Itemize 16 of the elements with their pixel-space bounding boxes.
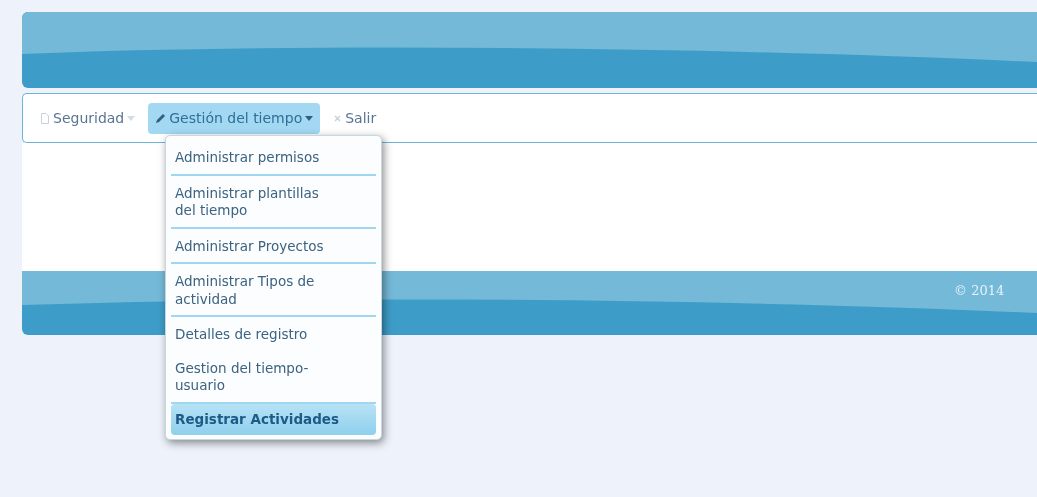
dropdown-item[interactable]: Administrar plantillas del tiempo [171, 175, 376, 227]
dropdown-item[interactable]: Gestion del tiempo-usuario [171, 350, 376, 402]
copyright-text: © 2014 [954, 282, 1005, 300]
pencil-icon [155, 112, 167, 124]
document-icon [40, 112, 50, 124]
nav-menu-item[interactable]: Gestión del tiempo [148, 102, 321, 134]
caret-icon [127, 115, 136, 121]
nav-menu-item[interactable]: Seguridad [33, 102, 143, 134]
close-icon [333, 113, 343, 123]
dropdown-item[interactable]: Registrar Actividades [171, 403, 376, 436]
nav-menu-item[interactable]: Salir [326, 102, 384, 134]
dropdown-item[interactable]: Administrar Tipos de actividad [171, 264, 376, 316]
dropdown-item[interactable]: Administrar Proyectos [171, 228, 376, 263]
dropdown-item[interactable]: Administrar permisos [171, 140, 376, 174]
caret-icon [305, 115, 314, 121]
dropdown-item[interactable]: Detalles de registro [171, 317, 376, 351]
